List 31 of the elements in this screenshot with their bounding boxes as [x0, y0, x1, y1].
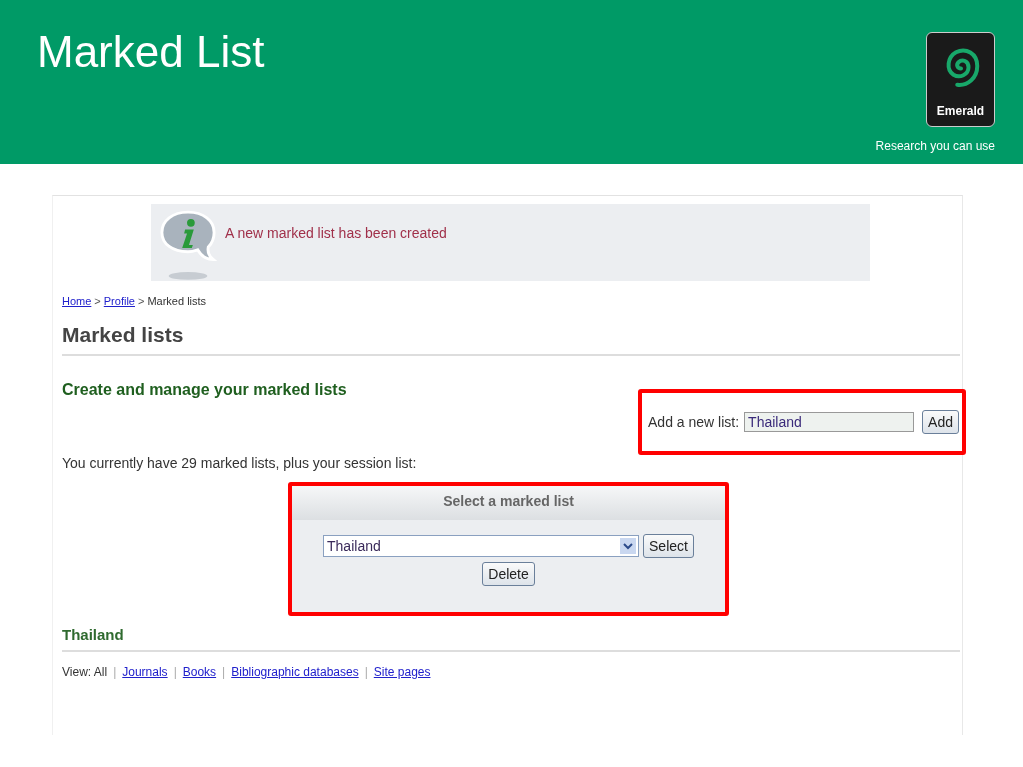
breadcrumb-current: Marked lists [147, 295, 207, 307]
list-dropdown[interactable]: Thailand [323, 535, 640, 557]
info-bubble-icon [159, 208, 217, 282]
chevron-down-icon [620, 538, 637, 554]
panel-header: Select a marked list [292, 486, 725, 520]
separator: > [137, 295, 145, 307]
delete-button[interactable]: Delete [482, 562, 535, 586]
breadcrumb-link[interactable]: Profile [103, 295, 135, 307]
select-button[interactable]: Select [643, 534, 694, 558]
separator: | [173, 665, 177, 679]
notice-message: A new marked list has been created [225, 225, 447, 241]
list-name-field[interactable]: Thailand [744, 412, 915, 432]
separator: | [222, 665, 226, 679]
logo-text: Emerald [936, 104, 985, 118]
section-heading: Create and manage your marked lists [62, 381, 347, 399]
list-heading: Thailand [62, 626, 960, 652]
tagline: Research you can use [875, 139, 995, 153]
add-button[interactable]: Add [922, 410, 959, 434]
separator: | [113, 665, 117, 679]
slide-title: Marked List [37, 26, 265, 78]
view-filter-link[interactable]: Journals [122, 665, 168, 679]
breadcrumb-link[interactable]: Home [62, 295, 92, 307]
separator: | [364, 665, 368, 679]
view-filter-link[interactable]: Site pages [373, 665, 431, 679]
view-filter-link[interactable]: Bibliographic databases [231, 665, 359, 679]
view-filter-link[interactable]: Books [182, 665, 217, 679]
page-heading: Marked lists [62, 323, 960, 356]
view-label: View: All [62, 665, 108, 679]
separator: > [94, 295, 101, 307]
field-label: Add a new list: [648, 414, 740, 430]
summary-text: You currently have 29 marked lists, plus your session list: [62, 455, 418, 471]
